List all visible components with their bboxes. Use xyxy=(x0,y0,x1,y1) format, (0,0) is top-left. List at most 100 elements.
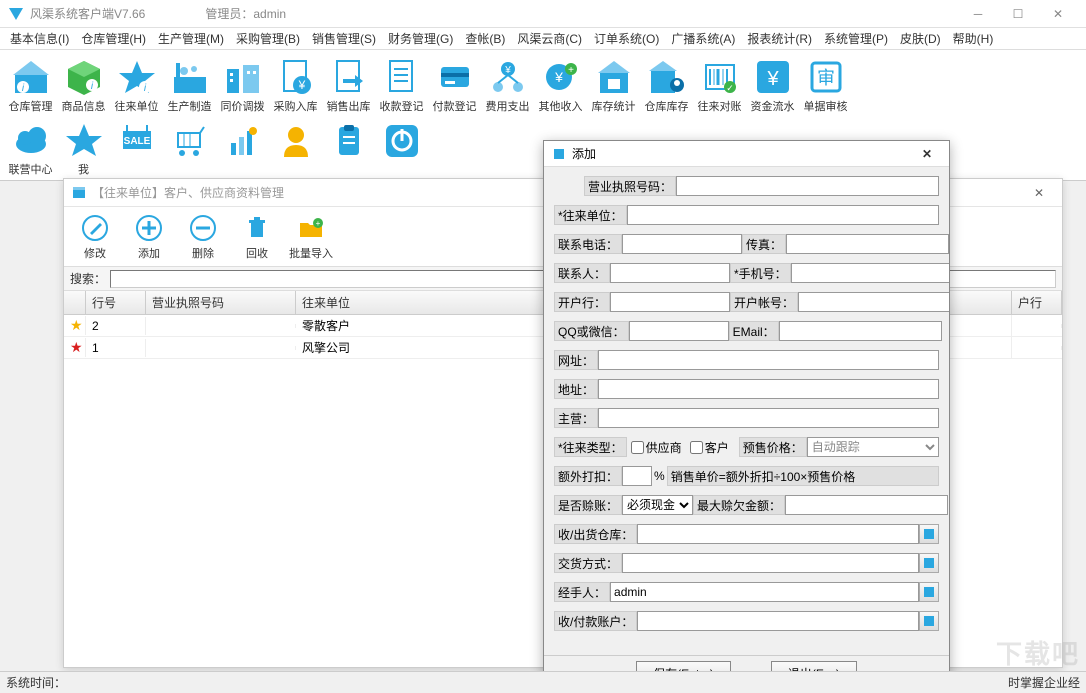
coin-plus-icon: ¥+ xyxy=(540,57,582,97)
input-unit[interactable] xyxy=(627,205,939,225)
toolbar-warehouse-stock[interactable]: 仓库库存 xyxy=(640,54,693,117)
grid-col-license[interactable]: 营业执照号码 xyxy=(146,291,296,314)
input-main[interactable] xyxy=(598,408,939,428)
input-pay-account[interactable] xyxy=(637,611,919,631)
menu-purchase[interactable]: 采购管理(B) xyxy=(230,28,306,49)
toolbar-clipboard[interactable] xyxy=(322,117,375,180)
input-license[interactable] xyxy=(676,176,939,196)
card-icon xyxy=(434,57,476,97)
menu-help[interactable]: 帮助(H) xyxy=(947,28,1000,49)
toolbar-stock-stat[interactable]: 库存统计 xyxy=(587,54,640,117)
input-contact[interactable] xyxy=(610,263,730,283)
menu-skin[interactable]: 皮肤(D) xyxy=(894,28,947,49)
picker-warehouse[interactable] xyxy=(919,524,939,544)
input-delivery[interactable] xyxy=(622,553,919,573)
input-handler[interactable] xyxy=(610,582,919,602)
input-bank[interactable] xyxy=(610,292,730,312)
menu-order[interactable]: 订单系统(O) xyxy=(588,28,665,49)
input-addr[interactable] xyxy=(598,379,939,399)
sw-recycle-button[interactable]: 回收 xyxy=(230,211,284,262)
input-fax[interactable] xyxy=(786,234,949,254)
input-email[interactable] xyxy=(779,321,942,341)
input-qq[interactable] xyxy=(629,321,729,341)
menu-sales[interactable]: 销售管理(S) xyxy=(306,28,382,49)
menu-production[interactable]: 生产管理(M) xyxy=(152,28,230,49)
close-button[interactable]: ✕ xyxy=(1038,0,1078,28)
toolbar-chart[interactable] xyxy=(216,117,269,180)
toolbar-doc-audit[interactable]: 审单据审核 xyxy=(799,54,852,117)
sw-add-button[interactable]: 添加 xyxy=(122,211,176,262)
toolbar-power[interactable] xyxy=(375,117,428,180)
doc-out-icon xyxy=(328,57,370,97)
menu-basic[interactable]: 基本信息(I) xyxy=(4,28,75,49)
svg-text:SALE: SALE xyxy=(123,136,150,147)
input-phone[interactable] xyxy=(622,234,742,254)
toolbar-other-income[interactable]: ¥+其他收入 xyxy=(534,54,587,117)
toolbar-product-info[interactable]: i商品信息 xyxy=(57,54,110,117)
subwindow-close-button[interactable]: ✕ xyxy=(1024,186,1054,200)
label-unit: *往来单位： xyxy=(554,205,627,225)
toolbar-manufacture[interactable]: 生产制造 xyxy=(163,54,216,117)
sw-delete-button[interactable]: 删除 xyxy=(176,211,230,262)
user-icon xyxy=(275,120,317,162)
picker-pay-account[interactable] xyxy=(919,611,939,631)
menu-finance[interactable]: 财务管理(G) xyxy=(382,28,459,49)
dialog-titlebar: 添加 ✕ xyxy=(544,141,949,167)
picker-delivery[interactable] xyxy=(919,553,939,573)
checkbox-supplier[interactable] xyxy=(631,441,644,454)
menu-cloud[interactable]: 风渠云商(C) xyxy=(511,28,588,49)
menu-report[interactable]: 报表统计(R) xyxy=(741,28,818,49)
dialog-close-button[interactable]: ✕ xyxy=(913,147,941,161)
dialog-title: 添加 xyxy=(572,145,596,162)
select-presale[interactable]: 自动跟踪 xyxy=(807,437,939,457)
toolbar-cash-flow[interactable]: ¥资金流水 xyxy=(746,54,799,117)
chart-icon xyxy=(222,120,264,162)
doc-coin-icon: ¥ xyxy=(275,57,317,97)
doc-list-icon xyxy=(381,57,423,97)
select-credit[interactable]: 必须现金 xyxy=(622,495,693,515)
input-url[interactable] xyxy=(598,350,939,370)
toolbar-payment[interactable]: 付款登记 xyxy=(428,54,481,117)
menu-audit[interactable]: 查帐(B) xyxy=(459,28,511,49)
toolbar-purchase-in[interactable]: ¥采购入库 xyxy=(269,54,322,117)
input-discount[interactable] xyxy=(622,466,652,486)
toolbar-business-unit[interactable]: i往来单位 xyxy=(110,54,163,117)
toolbar-sales-out[interactable]: 销售出库 xyxy=(322,54,375,117)
network-icon: ¥ xyxy=(487,57,529,97)
grid-col-bank[interactable]: 户行 xyxy=(1012,291,1062,314)
warehouse-icon: i xyxy=(10,57,52,97)
picker-handler[interactable] xyxy=(919,582,939,602)
menu-warehouse[interactable]: 仓库管理(H) xyxy=(75,28,152,49)
box-icon: i xyxy=(63,57,105,97)
menu-system[interactable]: 系统管理(P) xyxy=(818,28,894,49)
input-max-debt[interactable] xyxy=(785,495,948,515)
grid-col-row[interactable]: 行号 xyxy=(86,291,146,314)
toolbar-expense[interactable]: ¥费用支出 xyxy=(481,54,534,117)
toolbar-me[interactable]: 我 xyxy=(57,117,110,180)
checkbox-customer[interactable] xyxy=(690,441,703,454)
sw-import-button[interactable]: +批量导入 xyxy=(284,211,338,262)
star-icon: ★ xyxy=(70,318,83,332)
status-bar: 系统时间： 时掌握企业经 xyxy=(0,671,1086,693)
grid-col-star[interactable] xyxy=(64,291,86,314)
label-contact: 联系人： xyxy=(554,263,610,283)
input-warehouse[interactable] xyxy=(637,524,919,544)
toolbar-alliance[interactable]: 联营中心 xyxy=(4,117,57,180)
input-mobile[interactable] xyxy=(791,263,949,283)
toolbar-cart[interactable] xyxy=(163,117,216,180)
sw-edit-button[interactable]: 修改 xyxy=(68,211,122,262)
checkbox-supplier-wrap[interactable]: 供应商 xyxy=(631,439,682,456)
menu-broadcast[interactable]: 广播系统(A) xyxy=(665,28,741,49)
input-account[interactable] xyxy=(798,292,949,312)
toolbar-user[interactable] xyxy=(269,117,322,180)
buildings-icon xyxy=(222,57,264,97)
maximize-button[interactable]: ☐ xyxy=(998,0,1038,28)
toolbar-reconcile[interactable]: ✓往来对账 xyxy=(693,54,746,117)
toolbar-price-transfer[interactable]: 同价调拨 xyxy=(216,54,269,117)
toolbar-warehouse-mgmt[interactable]: i仓库管理 xyxy=(4,54,57,117)
toolbar-sale[interactable]: SALE xyxy=(110,117,163,180)
toolbar-receipt[interactable]: 收款登记 xyxy=(375,54,428,117)
label-warehouse: 收/出货仓库： xyxy=(554,524,637,544)
checkbox-customer-wrap[interactable]: 客户 xyxy=(690,439,729,456)
minimize-button[interactable]: ─ xyxy=(958,0,998,28)
